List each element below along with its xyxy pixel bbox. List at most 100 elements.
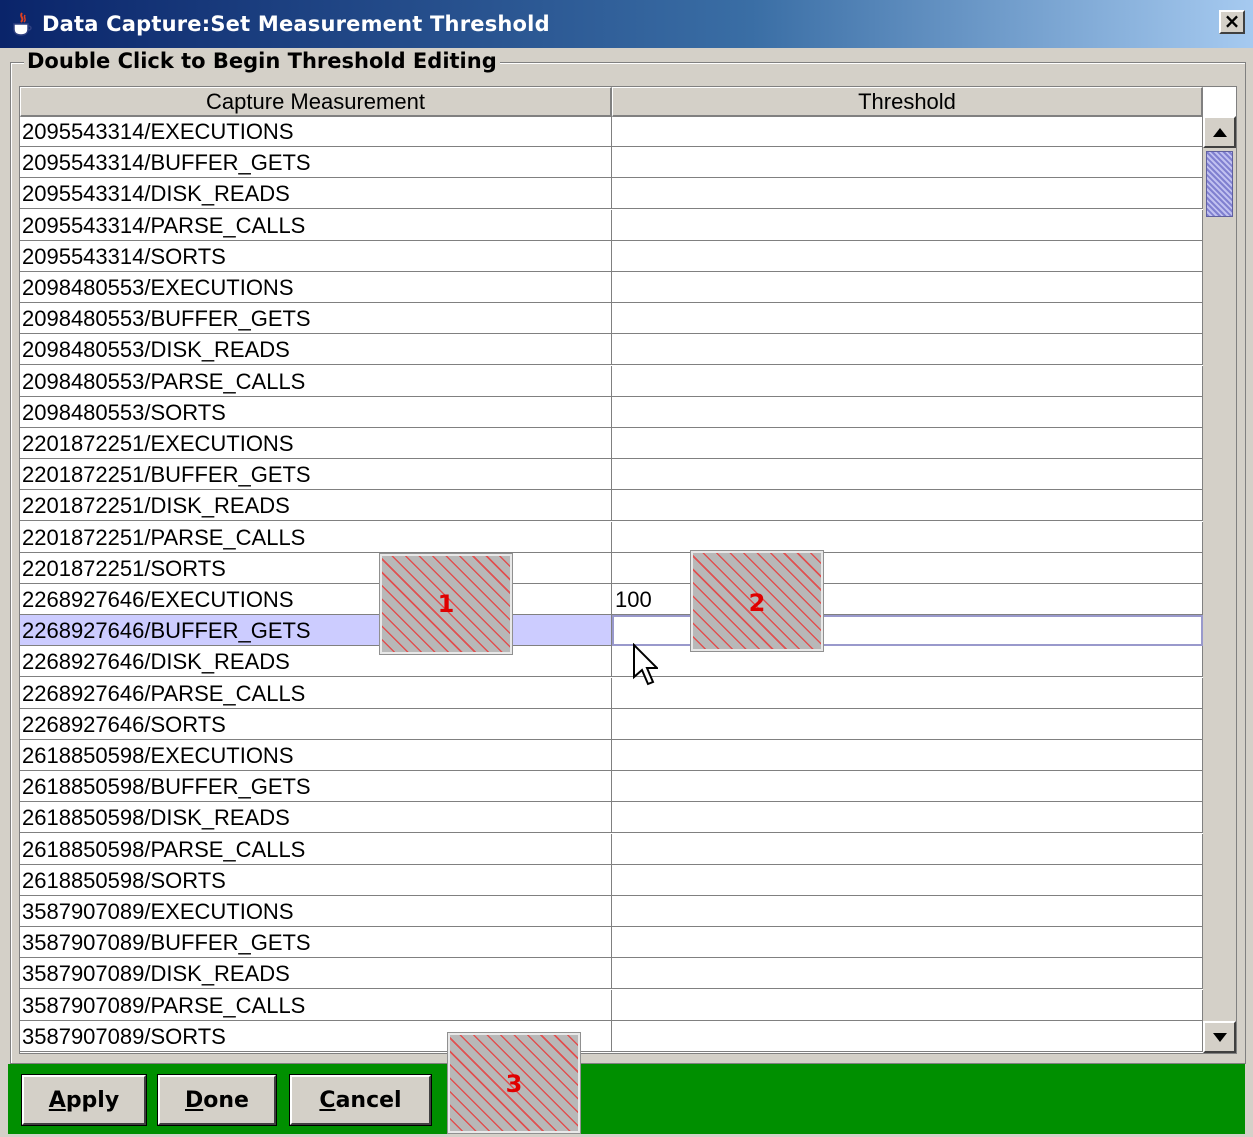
measurement-cell[interactable]: 2098480553/EXECUTIONS	[20, 272, 612, 303]
scroll-down-button[interactable]	[1203, 1021, 1236, 1053]
table-row[interactable]: 2098480553/EXECUTIONS	[20, 272, 1203, 303]
table-row[interactable]: 2201872251/BUFFER_GETS	[20, 459, 1203, 491]
threshold-cell[interactable]	[612, 396, 1203, 428]
measurement-cell[interactable]: 2098480553/BUFFER_GETS	[20, 303, 612, 335]
threshold-cell[interactable]	[612, 802, 1203, 834]
measurement-cell[interactable]: 2201872251/PARSE_CALLS	[20, 521, 612, 553]
table-row[interactable]: 2268927646/DISK_READS	[20, 646, 1203, 678]
threshold-cell[interactable]	[612, 459, 1203, 491]
threshold-cell[interactable]	[612, 927, 1203, 959]
threshold-cell[interactable]	[612, 272, 1203, 303]
vertical-scrollbar[interactable]	[1203, 116, 1236, 1053]
threshold-cell[interactable]	[612, 116, 1203, 147]
threshold-table: Capture Measurement Threshold 2095543314…	[19, 86, 1237, 1054]
measurement-cell[interactable]: 2095543314/PARSE_CALLS	[20, 209, 612, 241]
table-row[interactable]: 2618850598/BUFFER_GETS	[20, 771, 1203, 803]
threshold-cell[interactable]	[612, 771, 1203, 803]
measurement-cell[interactable]: 3587907089/EXECUTIONS	[20, 896, 612, 927]
measurement-cell[interactable]: 2618850598/DISK_READS	[20, 802, 612, 834]
measurement-cell[interactable]: 3587907089/BUFFER_GETS	[20, 927, 612, 959]
measurement-cell[interactable]: 3587907089/PARSE_CALLS	[20, 989, 612, 1021]
threshold-cell[interactable]	[612, 428, 1203, 459]
measurement-cell[interactable]: 2098480553/PARSE_CALLS	[20, 365, 612, 397]
table-row[interactable]: 2098480553/BUFFER_GETS	[20, 303, 1203, 335]
table-row[interactable]: 2268927646/PARSE_CALLS	[20, 677, 1203, 709]
measurement-cell[interactable]: 2201872251/BUFFER_GETS	[20, 459, 612, 491]
column-header-capture-measurement[interactable]: Capture Measurement	[20, 87, 612, 117]
table-row[interactable]: 3587907089/DISK_READS	[20, 958, 1203, 990]
measurement-cell[interactable]: 2618850598/BUFFER_GETS	[20, 771, 612, 803]
table-row[interactable]: 2095543314/BUFFER_GETS	[20, 147, 1203, 179]
threshold-cell[interactable]	[612, 989, 1203, 1021]
arrow-up-icon	[1212, 127, 1227, 137]
measurement-cell[interactable]: 2095543314/DISK_READS	[20, 178, 612, 210]
threshold-cell[interactable]	[612, 490, 1203, 522]
table-row[interactable]: 2201872251/PARSE_CALLS	[20, 521, 1203, 553]
measurement-cell[interactable]: 2201872251/DISK_READS	[20, 490, 612, 522]
table-row[interactable]: 2618850598/PARSE_CALLS	[20, 833, 1203, 865]
table-row[interactable]: 3587907089/EXECUTIONS	[20, 896, 1203, 927]
table-row[interactable]: 3587907089/BUFFER_GETS	[20, 927, 1203, 959]
measurement-cell[interactable]: 2095543314/BUFFER_GETS	[20, 147, 612, 179]
table-row[interactable]: 2268927646/BUFFER_GETS	[20, 615, 1203, 647]
table-row[interactable]: 2268927646/EXECUTIONS 100	[20, 584, 1203, 615]
table-row[interactable]: 2268927646/SORTS	[20, 708, 1203, 740]
measurement-cell[interactable]: 2098480553/DISK_READS	[20, 334, 612, 366]
measurement-cell[interactable]: 2618850598/EXECUTIONS	[20, 740, 612, 771]
threshold-cell[interactable]	[612, 240, 1203, 272]
measurement-cell[interactable]: 2618850598/SORTS	[20, 864, 612, 896]
column-header-threshold[interactable]: Threshold	[612, 87, 1203, 117]
measurement-cell[interactable]: 2098480553/SORTS	[20, 396, 612, 428]
close-button[interactable]: ×	[1219, 10, 1245, 34]
scroll-up-button[interactable]	[1203, 116, 1236, 148]
table-row[interactable]: 2095543314/DISK_READS	[20, 178, 1203, 210]
measurement-cell[interactable]: 2268927646/SORTS	[20, 708, 612, 740]
table-row[interactable]: 2098480553/DISK_READS	[20, 334, 1203, 366]
table-row[interactable]: 2618850598/EXECUTIONS	[20, 740, 1203, 771]
table-row[interactable]: 2618850598/DISK_READS	[20, 802, 1203, 834]
threshold-cell[interactable]	[612, 365, 1203, 397]
done-button[interactable]: Done	[157, 1074, 277, 1126]
table-row[interactable]: 2098480553/PARSE_CALLS	[20, 365, 1203, 397]
measurement-cell[interactable]: 2268927646/BUFFER_GETS	[20, 615, 612, 647]
table-row[interactable]: 2095543314/EXECUTIONS	[20, 116, 1203, 147]
threshold-cell[interactable]	[612, 708, 1203, 740]
table-row[interactable]: 2095543314/SORTS	[20, 240, 1203, 272]
threshold-cell[interactable]	[612, 521, 1203, 553]
threshold-cell[interactable]	[612, 178, 1203, 210]
table-row[interactable]: 2098480553/SORTS	[20, 396, 1203, 428]
threshold-cell[interactable]	[612, 1020, 1203, 1052]
close-icon: ×	[1223, 9, 1241, 33]
threshold-cell[interactable]	[612, 147, 1203, 179]
threshold-cell[interactable]	[612, 677, 1203, 709]
apply-button[interactable]: Apply	[21, 1074, 147, 1126]
measurement-cell[interactable]: 2268927646/EXECUTIONS	[20, 584, 612, 615]
table-row[interactable]: 2201872251/SORTS	[20, 552, 1203, 584]
measurement-cell[interactable]: 2618850598/PARSE_CALLS	[20, 833, 612, 865]
table-row[interactable]: 2095543314/PARSE_CALLS	[20, 209, 1203, 241]
table-row[interactable]: 3587907089/PARSE_CALLS	[20, 989, 1203, 1021]
threshold-cell[interactable]	[612, 646, 1203, 678]
table-row[interactable]: 3587907089/SORTS	[20, 1020, 1203, 1052]
cancel-button[interactable]: Cancel	[289, 1074, 432, 1126]
threshold-cell[interactable]	[612, 334, 1203, 366]
threshold-cell[interactable]	[612, 740, 1203, 771]
table-row[interactable]: 2201872251/DISK_READS	[20, 490, 1203, 522]
measurement-cell[interactable]: 2201872251/SORTS	[20, 552, 612, 584]
threshold-cell[interactable]	[612, 303, 1203, 335]
table-row[interactable]: 2201872251/EXECUTIONS	[20, 428, 1203, 459]
threshold-cell[interactable]	[612, 864, 1203, 896]
measurement-cell[interactable]: 3587907089/DISK_READS	[20, 958, 612, 990]
measurement-cell[interactable]: 2201872251/EXECUTIONS	[20, 428, 612, 459]
measurement-cell[interactable]: 2095543314/EXECUTIONS	[20, 116, 612, 147]
threshold-cell[interactable]	[612, 833, 1203, 865]
measurement-cell[interactable]: 2095543314/SORTS	[20, 240, 612, 272]
threshold-cell[interactable]	[612, 896, 1203, 927]
measurement-cell[interactable]: 2268927646/PARSE_CALLS	[20, 677, 612, 709]
scroll-thumb[interactable]	[1206, 151, 1233, 217]
threshold-cell[interactable]	[612, 209, 1203, 241]
threshold-cell[interactable]	[612, 958, 1203, 990]
measurement-cell[interactable]: 2268927646/DISK_READS	[20, 646, 612, 678]
table-row[interactable]: 2618850598/SORTS	[20, 864, 1203, 896]
group-legend: Double Click to Begin Threshold Editing	[24, 49, 500, 73]
